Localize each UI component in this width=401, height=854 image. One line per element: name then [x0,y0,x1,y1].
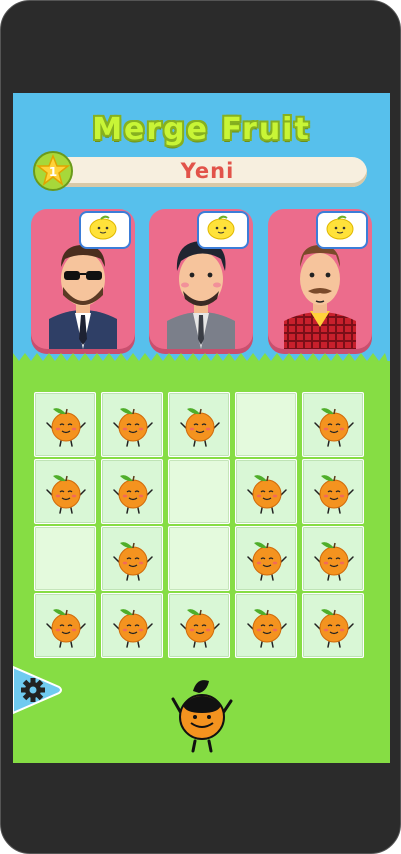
board-cell[interactable] [302,526,364,591]
board-cell[interactable] [34,593,96,658]
board-cell[interactable] [302,392,364,457]
orange-icon [46,609,86,648]
game-title: Merge Fruit [92,112,311,147]
orange-icon [113,609,153,648]
orange-icon [113,542,153,581]
game-screen: Merge Fruit Yeni 1 [13,93,390,763]
level-label: Yeni [180,159,235,183]
orange-icon [113,408,153,447]
board-cell[interactable] [34,526,96,591]
orange-icon [180,408,220,447]
board-cell[interactable] [34,459,96,524]
level-number: 1 [49,165,57,179]
gear-icon [21,678,45,702]
customer-card-1[interactable] [31,209,135,349]
level-bar: Yeni [48,157,367,187]
board-cell[interactable] [101,459,163,524]
star-icon: 1 [33,151,73,191]
orange-icon [314,408,354,447]
board-cell[interactable] [235,459,297,524]
order-bubble [79,211,131,249]
orange-icon [314,542,354,581]
order-bubble [197,211,249,249]
board-cell[interactable] [302,593,364,658]
board-cell[interactable] [168,392,230,457]
settings-button[interactable] [13,663,63,717]
orange-icon [180,609,220,648]
board-cell[interactable] [302,459,364,524]
orange-icon [113,475,153,514]
orange-icon [247,475,287,514]
board-cell[interactable] [101,392,163,457]
orange-icon [247,542,287,581]
merge-board [34,392,370,664]
lemon-icon [89,215,117,240]
orange-icon [46,475,86,514]
customer-card-3[interactable] [268,209,372,349]
orange-icon [46,408,86,447]
customer-card-2[interactable] [149,209,253,349]
board-cell[interactable] [235,392,297,457]
grass-edge [13,353,390,369]
board-cell[interactable] [34,392,96,457]
board-cell[interactable] [168,593,230,658]
board-cell[interactable] [168,526,230,591]
orange-icon [314,609,354,648]
orange-icon [247,609,287,648]
mascot-fruit [171,680,233,753]
board-cell[interactable] [101,526,163,591]
orange-icon [314,475,354,514]
order-bubble [316,211,368,249]
board-cell[interactable] [235,593,297,658]
lemon-icon [326,215,354,240]
board-cell[interactable] [235,526,297,591]
board-cell[interactable] [168,459,230,524]
lemon-icon [207,215,235,240]
phone-frame: Merge Fruit Yeni 1 [0,0,401,854]
board-cell[interactable] [101,593,163,658]
